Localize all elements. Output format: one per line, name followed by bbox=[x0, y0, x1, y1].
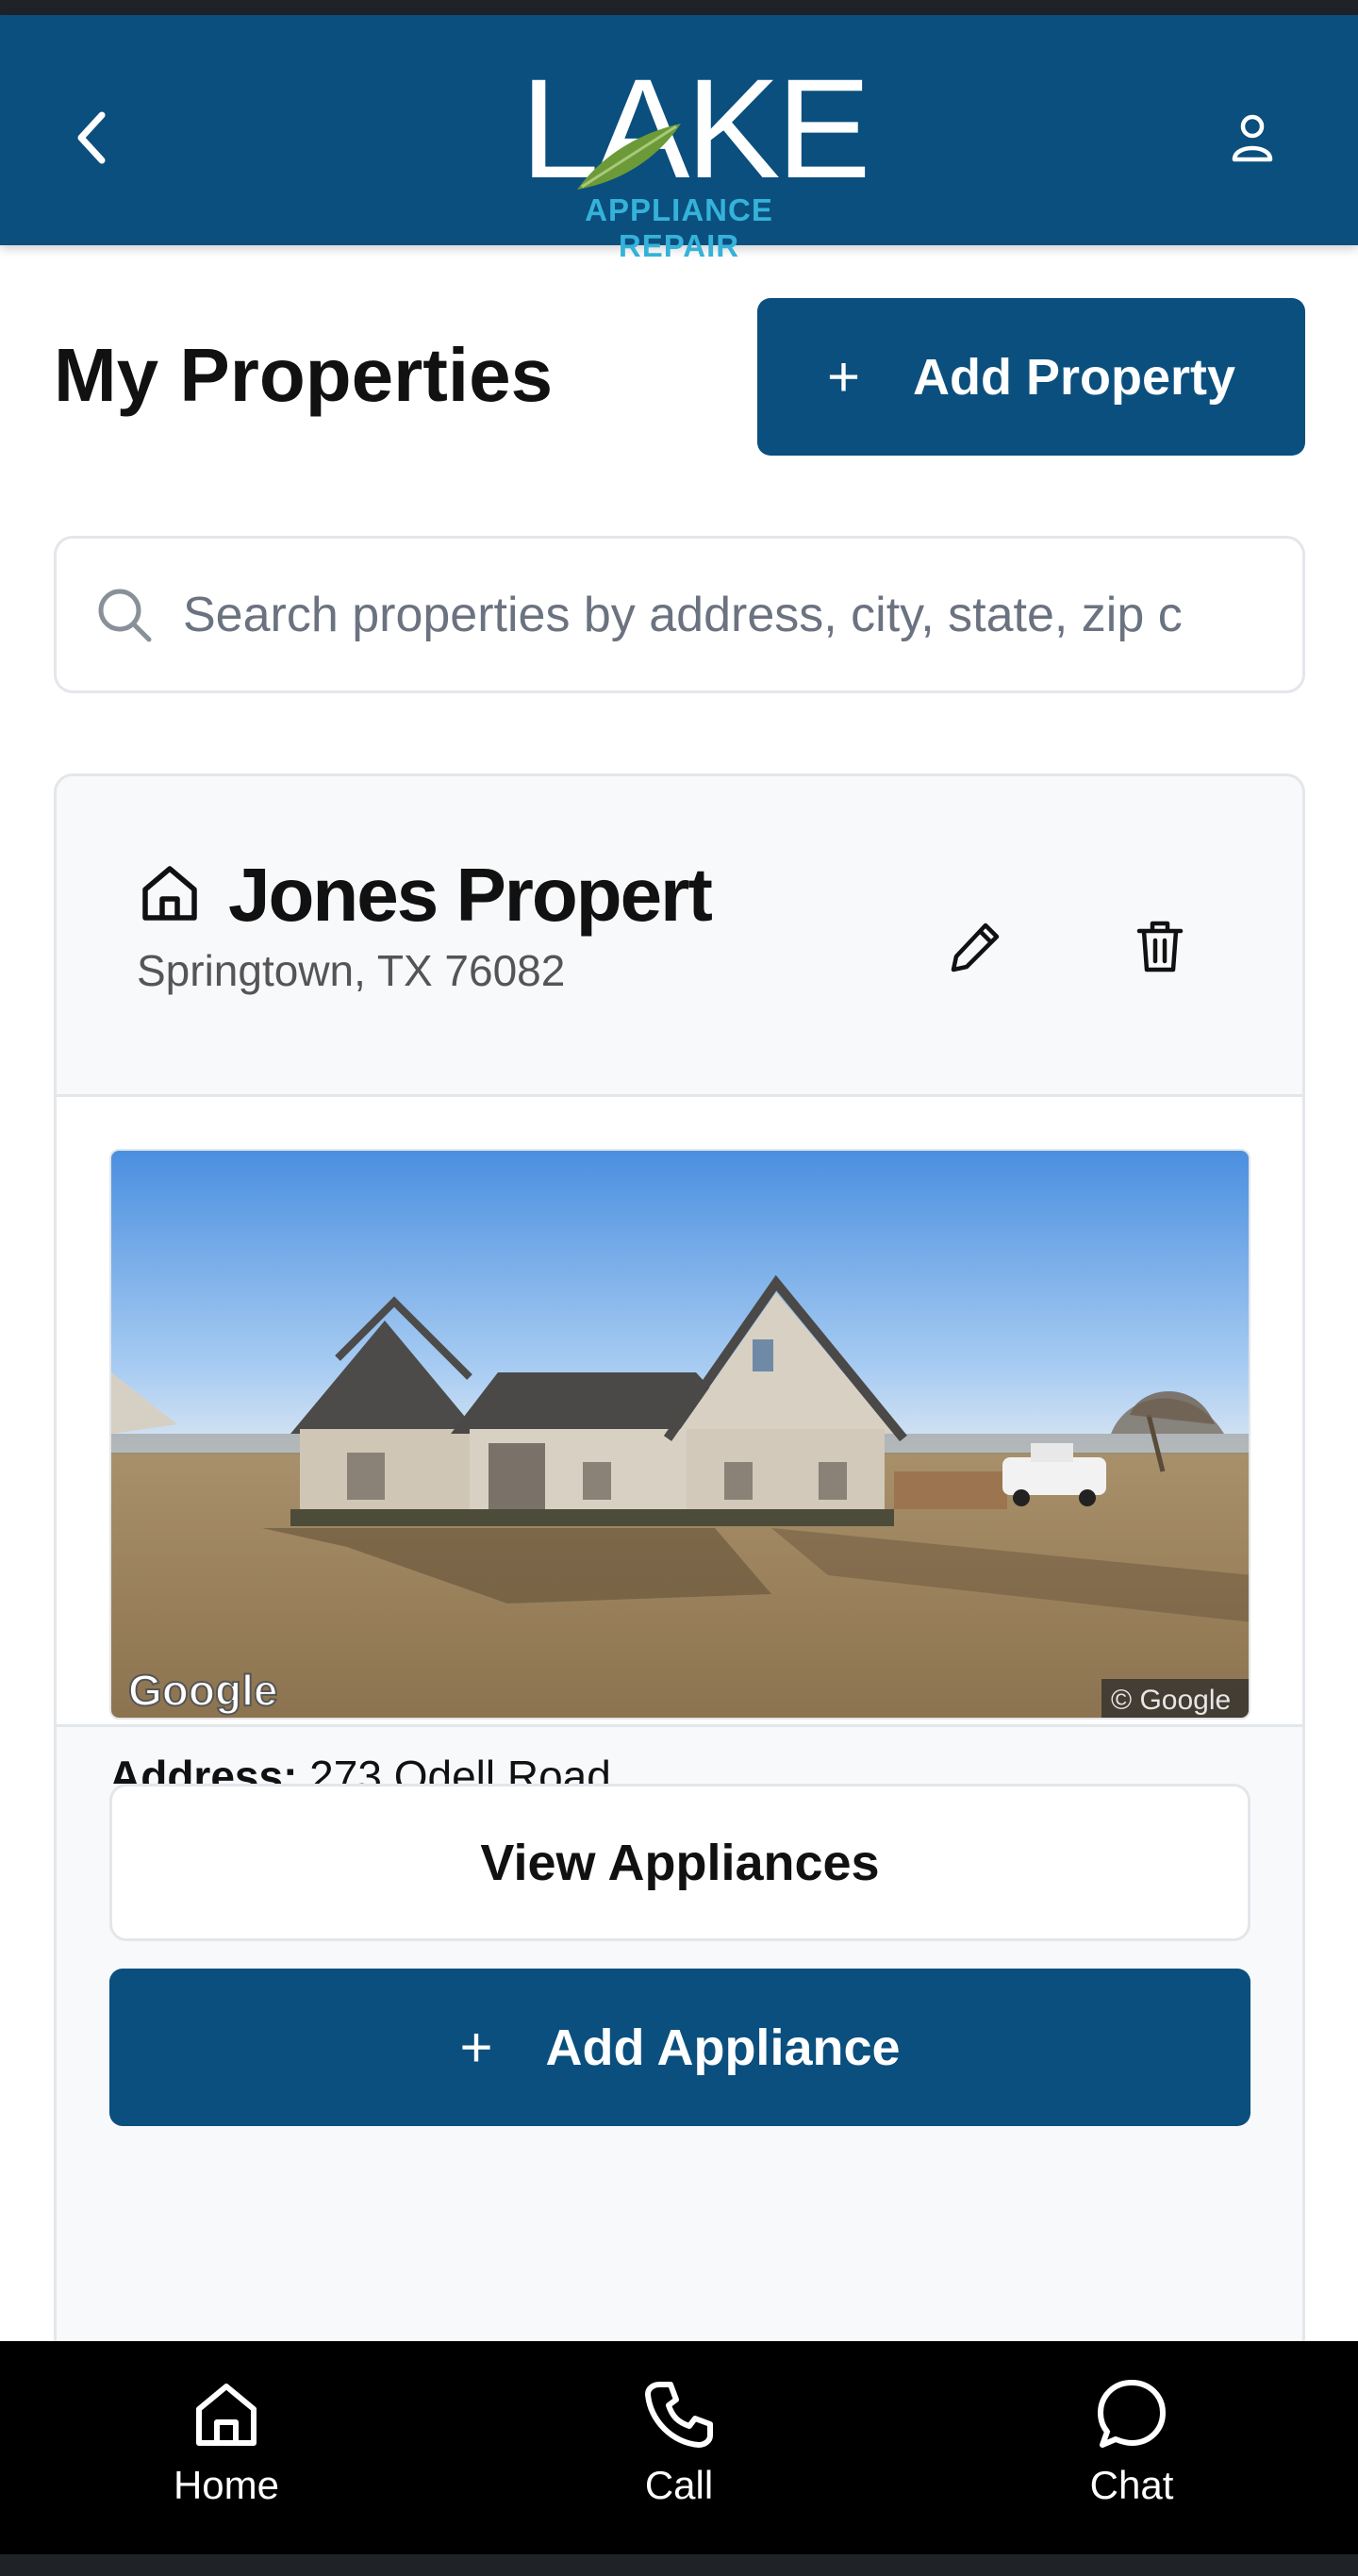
view-appliances-button[interactable]: View Appliances bbox=[109, 1784, 1250, 1941]
property-card-header: Jones Propert Springtown, TX 76082 bbox=[57, 776, 1302, 1097]
nav-home-label: Home bbox=[173, 2463, 280, 2507]
nav-call[interactable]: Call bbox=[538, 2341, 820, 2554]
pencil-icon bbox=[951, 922, 1000, 972]
property-card-body: Google © Google Address: 273 Odell Road bbox=[57, 1097, 1302, 1801]
google-copyright: © Google bbox=[1111, 1685, 1231, 1716]
home-icon bbox=[142, 866, 197, 921]
system-gesture-bar bbox=[0, 2554, 1358, 2576]
search-bar[interactable] bbox=[54, 536, 1305, 693]
add-property-label: Add Property bbox=[913, 348, 1236, 406]
plus-icon: + bbox=[459, 2015, 493, 2079]
nav-chat[interactable]: Chat bbox=[990, 2341, 1273, 2554]
page-title: My Properties bbox=[54, 333, 554, 417]
property-street-view-photo: Google © Google bbox=[109, 1149, 1250, 1720]
property-card-actions: View Appliances + Add Appliance bbox=[57, 1784, 1302, 2355]
property-card: Jones Propert Springtown, TX 76082 Googl… bbox=[54, 773, 1305, 2358]
delete-property-button[interactable] bbox=[1113, 899, 1207, 993]
bottom-navigation: Home Call Chat bbox=[0, 2341, 1358, 2554]
app-header: LAKE APPLIANCE REPAIR bbox=[0, 15, 1358, 263]
back-button[interactable] bbox=[57, 102, 128, 174]
profile-button[interactable] bbox=[1217, 102, 1288, 174]
google-watermark: Google bbox=[128, 1666, 277, 1715]
trash-icon bbox=[1136, 921, 1184, 972]
add-appliance-label: Add Appliance bbox=[545, 2019, 901, 2076]
property-city: Springtown, TX 76082 bbox=[137, 946, 566, 995]
edit-property-button[interactable] bbox=[929, 899, 1023, 993]
search-input[interactable] bbox=[181, 585, 1302, 644]
home-icon bbox=[196, 2384, 257, 2446]
user-icon bbox=[1232, 114, 1273, 162]
chat-bubble-icon bbox=[1098, 2380, 1166, 2448]
add-property-button[interactable]: + Add Property bbox=[757, 298, 1305, 456]
property-name: Jones Propert bbox=[228, 853, 713, 937]
nav-chat-label: Chat bbox=[1089, 2463, 1174, 2507]
logo-subtitle: APPLIANCE REPAIR bbox=[585, 192, 773, 263]
add-appliance-button[interactable]: + Add Appliance bbox=[109, 1969, 1250, 2126]
nav-call-label: Call bbox=[644, 2463, 714, 2507]
chevron-left-icon bbox=[77, 111, 106, 164]
status-strip bbox=[0, 0, 1358, 15]
nav-home[interactable]: Home bbox=[85, 2341, 368, 2554]
search-icon bbox=[98, 589, 152, 641]
phone-icon bbox=[645, 2382, 713, 2448]
plus-icon: + bbox=[826, 344, 860, 408]
lake-appliance-repair-logo: LAKE APPLIANCE REPAIR bbox=[521, 58, 871, 263]
leaf-logo-icon bbox=[577, 124, 681, 190]
